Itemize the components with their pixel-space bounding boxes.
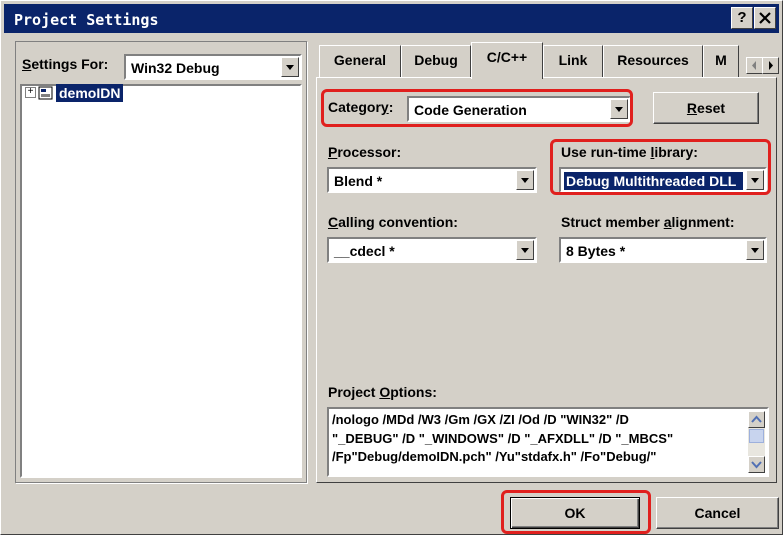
project-options-textarea[interactable]: /nologo /MDd /W3 /Gm /GX /ZI /Od /D "WIN… [327,407,769,477]
struct-alignment-label: Struct member alignment: [561,214,735,230]
project-icon [38,86,53,100]
scroll-thumb[interactable] [749,429,764,443]
project-options-text: /nologo /MDd /W3 /Gm /GX /ZI /Od /D "WIN… [332,411,745,467]
runtime-combo[interactable]: Debug Multithreaded DLL [559,167,767,193]
tab-scroll [746,57,779,74]
chevron-down-icon[interactable] [610,99,628,119]
processor-label: Processor: [328,144,402,160]
processor-combo[interactable]: Blend * [327,167,537,193]
tab-debug[interactable]: Debug [401,45,471,77]
project-options-label: Project Options: [328,384,437,400]
reset-button[interactable]: Reset [653,92,759,124]
chevron-down-icon[interactable] [746,170,764,190]
tab-link[interactable]: Link [543,45,603,77]
chevron-down-icon[interactable] [516,240,534,260]
options-line: "_DEBUG" /D "_WINDOWS" /D "_AFXDLL" /D "… [332,430,674,446]
category-value: Code Generation [414,102,527,118]
chevron-down-icon[interactable] [281,57,299,77]
left-pane: Settings For: Win32 Debug + demoIDN [15,41,307,483]
tree-expander[interactable]: + [25,87,36,98]
title-bar[interactable]: Project Settings ? [4,4,779,33]
struct-alignment-value: 8 Bytes * [566,243,626,259]
window-title: Project Settings [14,11,159,29]
tab-cpp[interactable]: C/C++ [471,42,543,79]
tab-general[interactable]: General [319,45,401,77]
chevron-up-icon [751,415,762,423]
options-line: /Fp"Debug/demoIDN.pch" /Yu"stdafx.h" /Fo… [332,449,657,464]
options-line: /nologo /MDd /W3 /Gm /GX /ZI /Od /D "WIN… [332,412,629,427]
chevron-down-icon[interactable] [516,170,534,190]
tab-resources[interactable]: Resources [603,45,703,77]
chevron-down-icon[interactable] [746,240,764,260]
close-button[interactable] [754,7,776,29]
runtime-label: Use run-time library: [561,144,698,160]
settings-for-combo[interactable]: Win32 Debug [124,54,302,80]
category-combo[interactable]: Code Generation [407,96,631,122]
tree-item-demoidn[interactable]: demoIDN [56,84,124,102]
ok-button[interactable]: OK [510,497,640,529]
help-button[interactable]: ? [731,7,753,29]
scroll-up-button[interactable] [748,411,765,428]
chevron-down-icon [751,461,762,469]
tab-scroll-right[interactable] [762,57,779,74]
runtime-value: Debug Multithreaded DLL [564,172,743,190]
project-settings-dialog: Project Settings ? Settings For: Win32 D… [0,0,783,535]
scroll-down-button[interactable] [748,456,765,473]
processor-value: Blend * [334,173,383,189]
project-tree[interactable]: + demoIDN [20,84,302,478]
tab-scroll-left[interactable] [746,57,763,74]
calling-convention-label: Calling convention: [328,214,458,230]
calling-convention-value: __cdecl * [334,243,395,259]
calling-convention-combo[interactable]: __cdecl * [327,237,537,263]
chevron-left-icon [752,61,756,70]
options-scrollbar[interactable] [748,411,765,473]
close-icon [759,12,771,24]
chevron-right-icon [769,61,773,70]
settings-for-value: Win32 Debug [131,60,220,76]
cancel-button[interactable]: Cancel [656,497,779,529]
struct-alignment-combo[interactable]: 8 Bytes * [559,237,767,263]
tab-more[interactable]: M [703,45,739,77]
settings-for-label: Settings For: [22,56,109,72]
category-label: Category: [328,99,394,115]
